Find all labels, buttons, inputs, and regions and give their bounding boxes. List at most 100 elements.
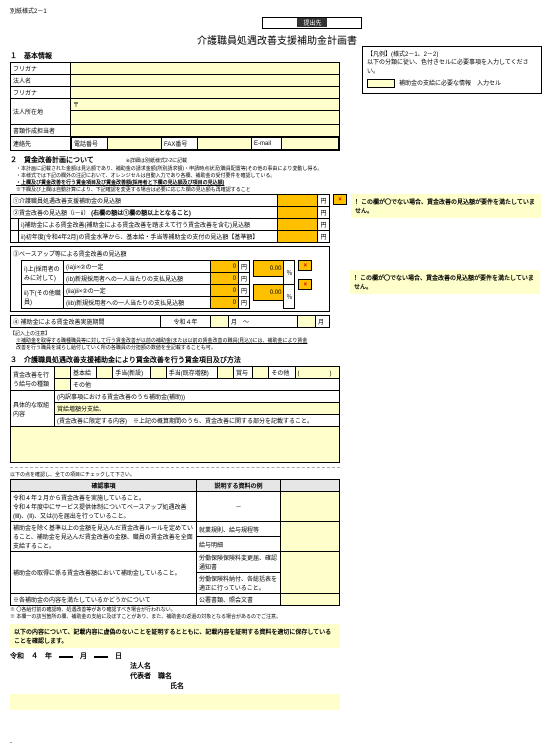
b1-row1: ①介護職員処遇改善支援補助金の見込額: [11, 195, 278, 207]
cb-d[interactable]: [150, 367, 166, 379]
date-day[interactable]: [94, 656, 108, 658]
yen-2: 円: [318, 207, 330, 219]
s3-colF: その他: [271, 371, 289, 377]
s3-detail1: (内訳事項における賃金改善のうち補助金(補助)): [55, 391, 340, 403]
s3-colD: 手当(既存増額): [166, 367, 217, 379]
b2-a2-yen: 円: [239, 273, 250, 285]
pct-a: 0.00: [254, 261, 284, 277]
input-furigana2[interactable]: [71, 87, 340, 99]
s3-colC: 手当(新設): [113, 367, 151, 379]
legend-heading: 【凡例】(様式2－1、2－2): [367, 51, 537, 59]
b3-month-in2[interactable]: [298, 316, 316, 328]
s3-colF-paren[interactable]: ( ): [295, 367, 339, 379]
input-email[interactable]: [282, 138, 339, 150]
legend-swatch-label: 補助金の支給に必要な情報 入力セル: [399, 81, 501, 87]
signature-table: 令和 ４ 年 月 日 法人名 代表者 職名 氏名: [10, 651, 340, 691]
input-addr[interactable]: [71, 111, 340, 125]
perc-a: ％: [284, 261, 295, 285]
cf-r1: 補助金を除く基準以上の金額を見込んだ賃金改善ルールを定めていること、補助金を見込…: [11, 522, 197, 552]
check-mark-2a: ×: [298, 260, 312, 271]
callout-1: ！この欄が〇でない場合、賃金改善の見込額が要件を満たしていません。: [351, 194, 541, 218]
b1-row2-val: [278, 207, 318, 219]
label-furigana2: フリガナ: [11, 87, 71, 99]
b2-a1-yen: 円: [239, 261, 250, 273]
b2-a2-val: 0: [211, 273, 239, 285]
yen-3: 円: [318, 219, 330, 231]
s3-bigbox[interactable]: [11, 427, 340, 463]
b1-row2-note: (右欄の額は①欄の額以上となること): [91, 211, 191, 217]
page-title: 介護職員処遇改善支援補助金計画書: [10, 32, 544, 47]
baseup-table: ⅰ)上(採用者のみに対して) (ⅰa)ⅰ×②の一定 0 円 (ⅰb)新規採用者へ…: [21, 260, 250, 309]
b1-row2: ②賃金改善の見込額（ⅰ－ⅱ）: [13, 211, 89, 217]
cf-r0-c3[interactable]: [281, 492, 340, 522]
basic-info-table: フリガナ 法人名 フリガナ 法人所在地〒 書類作成担当者 連絡先 電話番号 FA…: [10, 62, 340, 151]
input-houjinmei[interactable]: [71, 75, 340, 87]
callout-1-text: ！この欄が〇でない場合、賃金改善の見込額が要件を満たしていません。: [355, 200, 535, 215]
cf-r1-c2: 就業規則、給与規程等: [197, 522, 281, 537]
label-houjinaddr: 法人所在地: [11, 99, 71, 125]
b1-row-ii: ⅱ)初年度(令和4年2月)の賃金水準から、基本給・手当等補助金の支付の見込額【基…: [19, 231, 278, 243]
cf-r0: 令和４年２月から賃金改善を実施していること。 令和４年度中にサービス提供体制につ…: [11, 492, 197, 522]
b2-rowA-sub2: (ⅰb)新規採用者への一人当たりの支払見込額: [64, 273, 211, 285]
s3-colA: 賃金改善を行う給与の種類: [11, 367, 55, 391]
input-tel[interactable]: [108, 138, 162, 150]
submit-destination-box[interactable]: 提出先: [262, 17, 362, 29]
s3-left-label: 具体的な取組内容: [11, 391, 55, 427]
b1-rowii-val: [278, 231, 318, 243]
check-mark-1: ×: [333, 194, 347, 205]
s2-note-line: ※補助金を取得する職種職員等に対して行う賃金改善が以前の補助金(または以前の賃金…: [16, 338, 307, 344]
cf-r3-c3[interactable]: [281, 552, 340, 594]
cf-r5-c3[interactable]: [281, 594, 340, 606]
cb-b[interactable]: [55, 367, 71, 379]
submit-to-label: 提出先: [297, 18, 327, 27]
cf-foot1: ※ 〇各給付前の確認時、処遇改善等があり確認すべき場合が行われない。: [10, 607, 544, 613]
b2-b2-val: 0: [211, 297, 239, 309]
section2-heading: ２ 賃金改善計画について: [10, 157, 94, 164]
cb-sub[interactable]: [55, 379, 71, 391]
cb-e[interactable]: [217, 367, 233, 379]
jobtitle-label: 職名: [158, 673, 172, 680]
cf-th2: 説明する資料の例: [197, 480, 281, 492]
b3-month-in[interactable]: [211, 316, 229, 328]
legend-swatch: [367, 79, 395, 88]
b1-rowi-val: [278, 219, 318, 231]
b1-row1-val: [278, 195, 318, 207]
sec2-note3b: ・上欄及び賃金改善を行う賃金項目及び賃金改善額(採用者と下欄の見込額及び項目の見…: [16, 180, 224, 186]
input-fax[interactable]: [198, 138, 252, 150]
callout-2-text: ！この欄が〇でない場合、賃金改善の見込額が要件を満たしていません。: [354, 276, 534, 291]
legend-line1: 以下の分類に従い、色付きセルに必要事項を入力してください。: [367, 59, 537, 76]
b2-heading: ③ベースアップ等による賃金改善の見込額: [13, 249, 327, 258]
label-renraku: 連絡先: [11, 137, 71, 151]
cb-c[interactable]: [97, 367, 113, 379]
sec2-note3t: ※下欄及び上欄は自動計算により、下記確認を変更する場合は必要に応じた欄の見込額も…: [16, 187, 352, 193]
section3-heading: ３ 介護職員処遇改善支援補助金により賃金改善を行う賃金項目及び方法: [10, 355, 544, 365]
perc-b: ％: [284, 285, 295, 309]
input-tantou[interactable]: [71, 125, 340, 137]
date-month[interactable]: [59, 656, 73, 658]
b2-rowA: ⅰ)上(採用者のみに対して): [22, 261, 64, 285]
b3-period: 令和４年: [161, 316, 211, 328]
b2-rowB-sub2: (ⅱb)新規採用者への一人当たりの支払見込額: [64, 297, 211, 309]
s2-note-head: 【記入上の注意】: [10, 331, 544, 337]
bottom-yellow-box[interactable]: [10, 694, 340, 710]
label-fax: FAX番号: [162, 138, 198, 150]
cf-r5-c2: 公署書類、照会文書: [197, 594, 281, 606]
callout-2: ！この欄が〇でない場合、賃金改善の見込額が要件を満たしていません。: [350, 270, 540, 294]
s3-detail3: (賃金改善に限定する内容) ※上記の概算期間のうち、賃金改善に関する部分を記載す…: [55, 415, 340, 427]
s3-detail2[interactable]: 賞給増額分支給、: [55, 403, 340, 415]
sec2-topnote: ※詳細は別紙様式2-2に記載: [126, 158, 187, 164]
pct-b: 0.00: [254, 285, 284, 301]
rep-label: 代表者: [130, 673, 151, 680]
input-furigana1[interactable]: [71, 63, 340, 75]
label-tantou: 書類作成担当者: [11, 125, 71, 137]
s3-colB: 基本給: [71, 367, 97, 379]
s3-colE: 賞与: [233, 367, 252, 379]
confirm-table: 確認事項 説明する資料の例 令和４年２月から賃金改善を実施していること。 令和４…: [10, 479, 340, 606]
b2-a1-val: 0: [211, 261, 239, 273]
cf-r1-c3[interactable]: [281, 522, 340, 552]
cb-f[interactable]: [253, 367, 269, 379]
input-zip[interactable]: 〒: [71, 99, 340, 111]
label-tel: 電話番号: [72, 138, 108, 150]
page-dash: -: [10, 740, 544, 746]
section1-heading: １ 基本情報: [10, 51, 352, 61]
